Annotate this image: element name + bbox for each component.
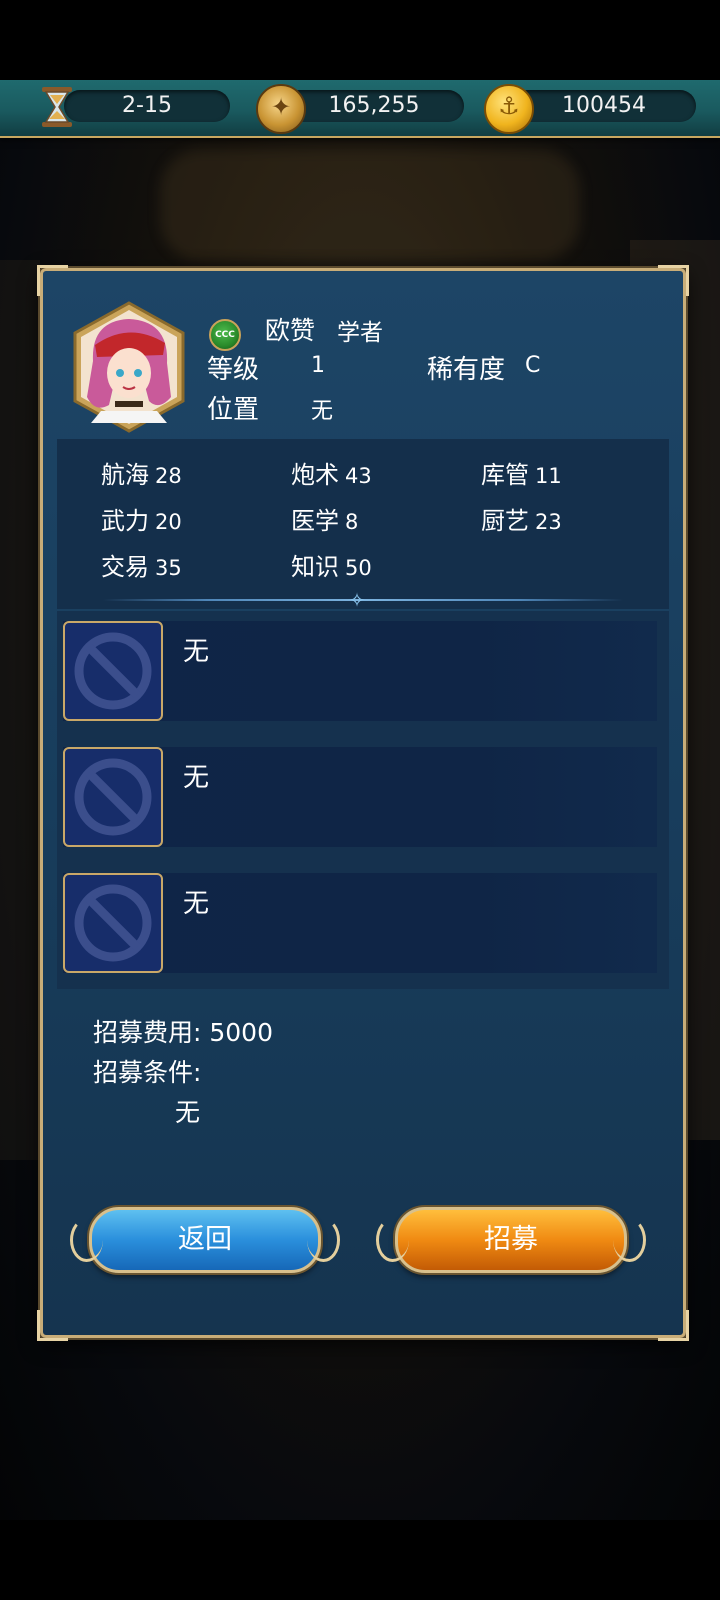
skill-name: 无 — [183, 763, 210, 793]
hourglass-icon — [34, 84, 80, 130]
compass-value: 165,255 — [328, 93, 420, 118]
no-skill-icon — [63, 747, 163, 847]
officer-portrait — [71, 301, 187, 433]
stat-storage: 库管 11 — [481, 461, 562, 489]
divider-ornament-icon: ✧ — [348, 588, 366, 612]
officer-recruit-panel: CCC 欧赞 学者 等级 1 稀有度 C 位置 无 航海 28 炮术 43 库管 11… — [37, 265, 689, 1341]
stats-grid: 航海 28 炮术 43 库管 11 武力 20 医学 8 厨艺 23 交易 35 知识 50 — [57, 439, 669, 609]
background-decor — [160, 150, 580, 260]
rank-badge-icon: CCC — [209, 319, 241, 351]
recruit-button[interactable]: 招募 — [376, 1207, 646, 1273]
gold-value: 100454 — [562, 93, 646, 118]
stat-trade: 交易 35 — [101, 553, 182, 581]
stat-force: 武力 20 — [101, 507, 182, 535]
recruit-condition-label: 招募条件: — [93, 1058, 202, 1087]
background-decor — [0, 260, 40, 1160]
back-button[interactable]: 返回 — [70, 1207, 340, 1273]
level-label: 等级 — [207, 355, 260, 385]
position-value: 无 — [311, 399, 334, 424]
stat-knowledge: 知识 50 — [291, 553, 372, 581]
stage-value: 2-15 — [122, 93, 172, 118]
skill-name: 无 — [183, 637, 210, 667]
stat-cooking: 厨艺 23 — [481, 507, 562, 535]
gold-coin-icon — [484, 84, 534, 134]
stat-navigation: 航海 28 — [101, 461, 182, 489]
navigation-bar-area — [0, 1520, 720, 1600]
stage-counter: 2-15 — [64, 90, 230, 122]
skill-slot[interactable]: 无 — [63, 873, 657, 973]
corner-ornament — [37, 1310, 68, 1341]
rarity-value: C — [525, 353, 541, 378]
level-value: 1 — [311, 353, 325, 378]
position-label: 位置 — [207, 395, 260, 425]
skill-list: 无 无 无 — [57, 611, 669, 989]
corner-ornament — [658, 265, 689, 296]
compass-counter: 165,255 — [284, 90, 464, 122]
corner-ornament — [37, 265, 68, 296]
skill-name: 无 — [183, 889, 210, 919]
recruit-cost: 招募费用: 5000 — [93, 1018, 273, 1047]
officer-name: 欧赞 — [265, 316, 316, 345]
stat-medicine: 医学 8 — [291, 507, 359, 535]
no-skill-icon — [63, 873, 163, 973]
resource-bar: 2-15 165,255 100454 — [0, 80, 720, 138]
recruit-condition-value: 无 — [175, 1098, 201, 1127]
rarity-label: 稀有度 — [427, 355, 506, 385]
skill-slot[interactable]: 无 — [63, 621, 657, 721]
stat-gunnery: 炮术 43 — [291, 461, 372, 489]
compass-icon — [256, 84, 306, 134]
officer-profession: 学者 — [337, 320, 383, 346]
corner-ornament — [658, 1310, 689, 1341]
gold-counter: 100454 — [512, 90, 696, 122]
skill-slot[interactable]: 无 — [63, 747, 657, 847]
no-skill-icon — [63, 621, 163, 721]
